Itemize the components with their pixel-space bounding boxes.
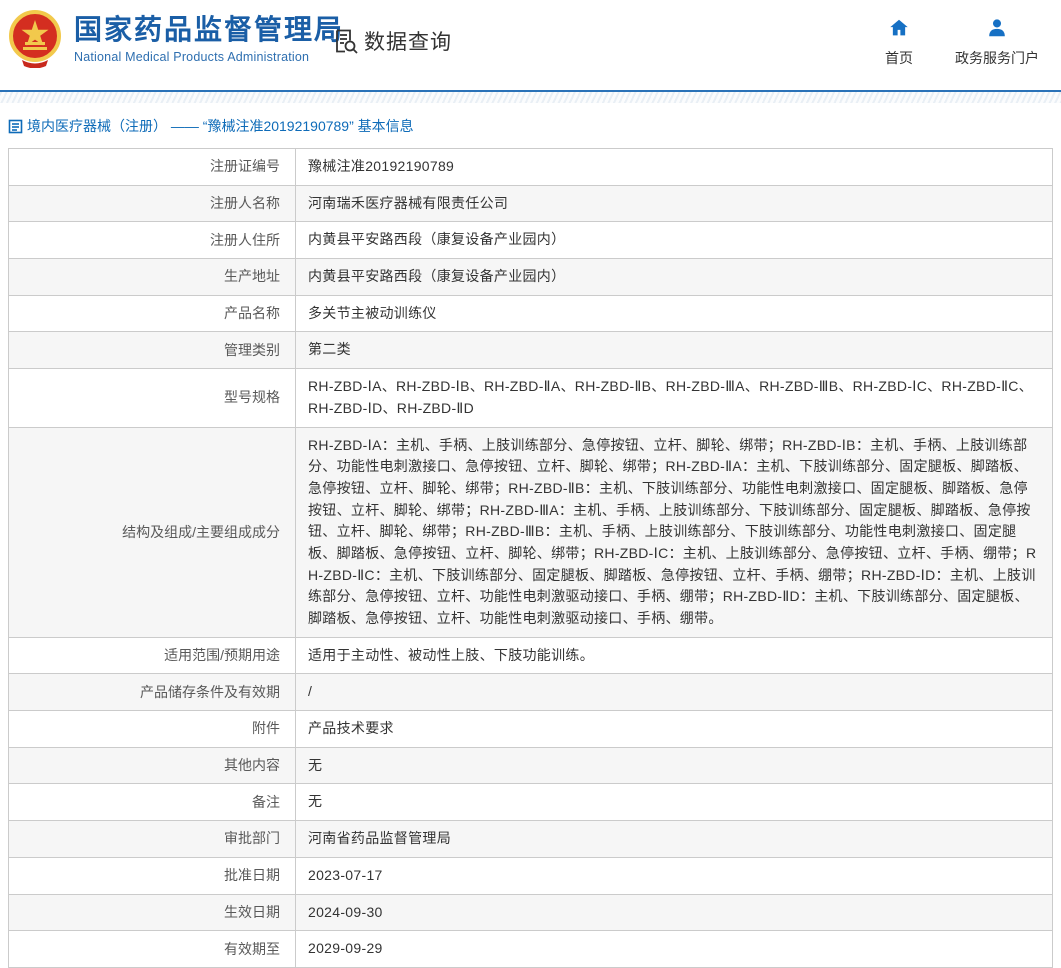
national-emblem-icon: [9, 10, 61, 68]
row-label: 备注: [8, 783, 296, 822]
table-row: 产品储存条件及有效期 /: [8, 673, 1053, 712]
row-value: 河南瑞禾医疗器械有限责任公司: [295, 184, 1053, 223]
striped-divider: [0, 90, 1061, 103]
row-label: 有效期至: [8, 930, 296, 968]
table-row: 备注无: [8, 783, 1053, 822]
nav-gov-portal[interactable]: 政务服务门户: [955, 17, 1039, 68]
row-value: RH-ZBD-ⅠA：主机、手柄、上肢训练部分、急停按钮、立杆、脚轮、绑带；RH-…: [295, 426, 1053, 638]
table-row: 其他内容无: [8, 746, 1053, 785]
breadcrumb-text: 境内医疗器械（注册） —— “豫械注准20192190789” 基本信息: [27, 118, 414, 134]
row-value: 无: [295, 783, 1053, 822]
row-value: 豫械注准20192190789: [295, 148, 1053, 186]
nmpa-logo[interactable]: 国家药品监督管理局 National Medical Products Admi…: [8, 10, 344, 68]
row-label: 注册证编号: [8, 148, 296, 186]
row-value: RH-ZBD-ⅠA、RH-ZBD-ⅠB、RH-ZBD-ⅡA、RH-ZBD-ⅡB、…: [295, 368, 1053, 428]
top-nav: 首页 政务服务门户: [885, 17, 1039, 68]
table-row: 适用范围/预期用途 适用于主动性、被动性上肢、下肢功能训练。: [8, 636, 1053, 675]
breadcrumb[interactable]: 境内医疗器械（注册） —— “豫械注准20192190789” 基本信息: [8, 116, 1053, 136]
info-table-body: 注册证编号 豫械注准20192190789 注册人名称 河南瑞禾医疗器械有限责任公司注…: [8, 148, 1053, 968]
info-table: 注册证编号 豫械注准20192190789 注册人名称 河南瑞禾医疗器械有限责任公司注…: [8, 148, 1053, 968]
home-icon: [890, 19, 908, 36]
row-value: 无: [295, 746, 1053, 785]
table-row: 结构及组成/主要组成成分 RH-ZBD-ⅠA：主机、手柄、上肢训练部分、急停按钮、…: [8, 426, 1053, 638]
document-search-icon: [336, 29, 358, 54]
row-label: 注册人住所: [8, 221, 296, 260]
row-value: 第二类: [295, 331, 1053, 370]
user-icon: [989, 19, 1005, 37]
table-row: 注册人住所 内黄县平安路西段（康复设备产业园内）: [8, 221, 1053, 260]
row-value: 内黄县平安路西段（康复设备产业园内）: [295, 258, 1053, 296]
row-label: 结构及组成/主要组成成分: [8, 426, 296, 638]
nav-home-label: 首页: [885, 50, 913, 66]
nav-home[interactable]: 首页: [885, 17, 913, 68]
row-label: 适用范围/预期用途: [8, 636, 296, 675]
table-row: 注册人名称 河南瑞禾医疗器械有限责任公司: [8, 184, 1053, 223]
row-value: 多关节主被动训练仪: [295, 294, 1053, 333]
row-label: 管理类别: [8, 331, 296, 370]
row-label: 型号规格: [8, 368, 296, 428]
data-query-label: 数据查询: [364, 31, 452, 54]
row-label: 生产地址: [8, 258, 296, 296]
row-value: 2023-07-17: [295, 856, 1053, 895]
site-header: 国家药品监督管理局 National Medical Products Admi…: [0, 0, 1061, 90]
table-row: 注册证编号 豫械注准20192190789: [8, 148, 1053, 186]
table-row: 有效期至 2029-09-29: [8, 930, 1053, 968]
document-list-icon: [8, 119, 23, 134]
row-label: 批准日期: [8, 856, 296, 895]
data-query-link[interactable]: 数据查询: [332, 26, 452, 56]
row-value: 2024-09-30: [295, 893, 1053, 932]
nav-gov-portal-label: 政务服务门户: [955, 50, 1039, 66]
row-value: 适用于主动性、被动性上肢、下肢功能训练。: [295, 636, 1053, 675]
site-title: 国家药品监督管理局: [74, 14, 345, 46]
table-row: 型号规格 RH-ZBD-ⅠA、RH-ZBD-ⅠB、RH-ZBD-ⅡA、RH-ZBD…: [8, 368, 1053, 428]
site-subtitle: National Medical Products Administration: [74, 49, 310, 64]
table-row: 附件 产品技术要求: [8, 710, 1053, 748]
row-label: 生效日期: [8, 893, 296, 932]
row-label: 注册人名称: [8, 184, 296, 223]
row-label: 其他内容: [8, 746, 296, 785]
row-label: 附件: [8, 710, 296, 748]
row-label: 产品名称: [8, 294, 296, 333]
row-value: 内黄县平安路西段（康复设备产业园内）: [295, 221, 1053, 260]
row-value: /: [295, 673, 1053, 712]
table-row: 生产地址 内黄县平安路西段（康复设备产业园内）: [8, 258, 1053, 296]
table-row: 批准日期 2023-07-17: [8, 856, 1053, 895]
row-value: 2029-09-29: [295, 930, 1053, 968]
row-value: 产品技术要求: [295, 710, 1053, 748]
table-row: 管理类别 第二类: [8, 331, 1053, 370]
table-row: 产品名称 多关节主被动训练仪: [8, 294, 1053, 333]
row-label: 产品储存条件及有效期: [8, 673, 296, 712]
table-row: 生效日期 2024-09-30: [8, 893, 1053, 932]
